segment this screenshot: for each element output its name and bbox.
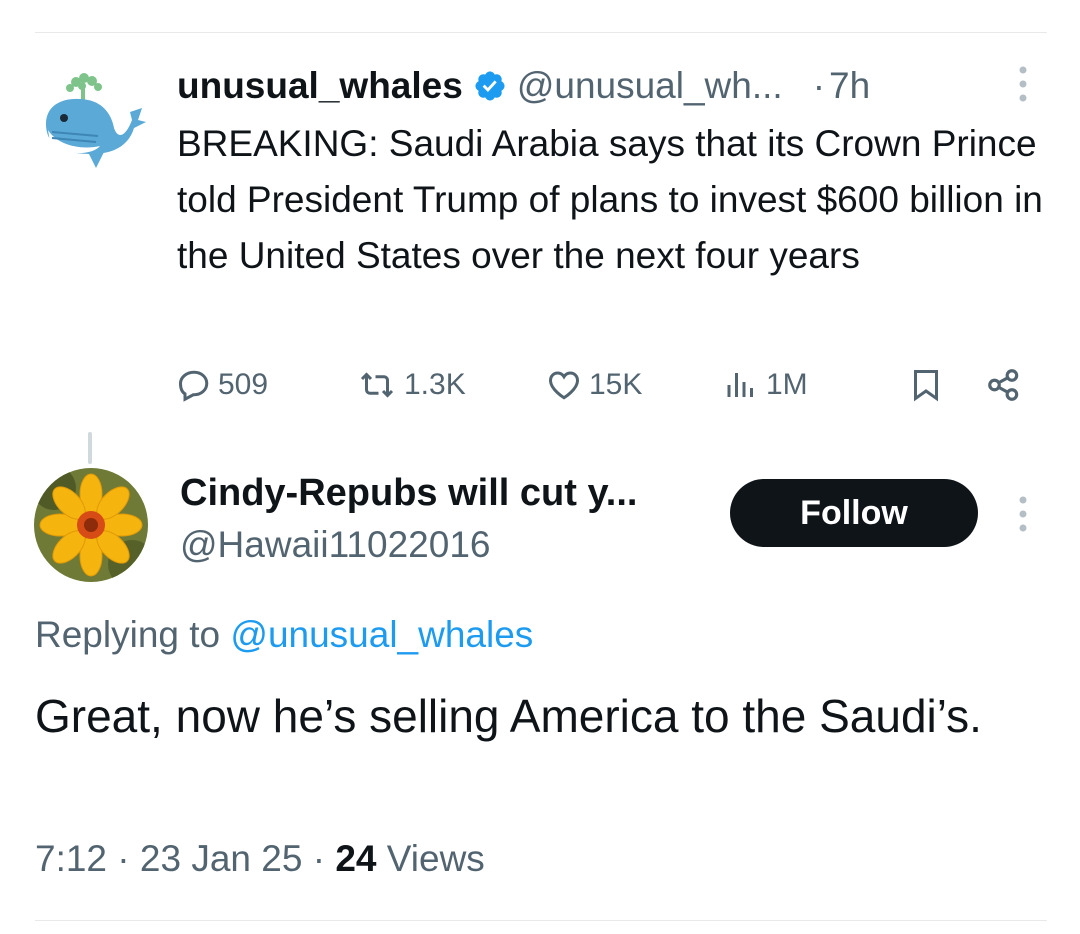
tweet-meta: 7:12 · 23 Jan 25 · 24 Views [35,838,485,880]
reply-count: 509 [218,368,269,401]
reply-display-name[interactable]: Cindy-Repubs will cut y... [180,472,637,515]
view-count: 1M [766,368,808,401]
whale-avatar[interactable] [38,72,146,172]
bookmark-icon[interactable] [908,366,944,409]
reply-tweet-text: Great, now he’s selling America to the S… [35,690,982,742]
reply-action[interactable]: 509 [176,366,268,404]
replying-to-label: Replying to [35,614,221,655]
repost-icon [360,372,394,398]
like-count: 15K [589,368,643,401]
verified-badge-icon[interactable] [473,69,507,103]
like-action[interactable]: 15K [545,366,642,404]
meta-separator: · [117,838,130,879]
views-action[interactable]: 1M [722,366,808,404]
share-icon[interactable] [984,366,1024,409]
views-count: 24 [335,838,377,879]
header-separator: · [812,65,826,106]
meta-separator: · [312,838,326,879]
top-divider [35,32,1047,33]
tweet-date[interactable]: 23 Jan 25 [140,838,303,879]
reply-icon [178,370,209,402]
parent-display-name[interactable]: unusual_whales [177,65,463,107]
parent-handle[interactable]: @unusual_wh... [517,65,783,107]
parent-tweet-header: unusual_whales @unusual_wh... · 7h [177,60,870,112]
yellow-flower-avatar[interactable] [34,468,148,582]
reply-more-options-icon[interactable] [1010,494,1036,534]
views-label: Views [386,838,485,879]
tweet-time[interactable]: 7:12 [35,838,107,879]
parent-timestamp[interactable]: 7h [829,65,870,107]
heart-icon [548,371,580,400]
parent-tweet-text: BREAKING: Saudi Arabia says that its Cro… [177,123,1043,276]
analytics-icon [727,373,753,397]
follow-button[interactable]: Follow [730,479,978,547]
more-options-icon[interactable] [1010,64,1036,104]
repost-count: 1.3K [404,368,466,401]
replying-to-line: Replying to @unusual_whales [35,614,533,656]
replying-to-mention[interactable]: @unusual_whales [230,614,533,655]
thread-connector-line [88,432,92,464]
reply-handle[interactable]: @Hawaii11022016 [180,524,490,566]
bottom-divider [35,920,1047,921]
repost-action[interactable]: 1.3K [356,366,466,404]
